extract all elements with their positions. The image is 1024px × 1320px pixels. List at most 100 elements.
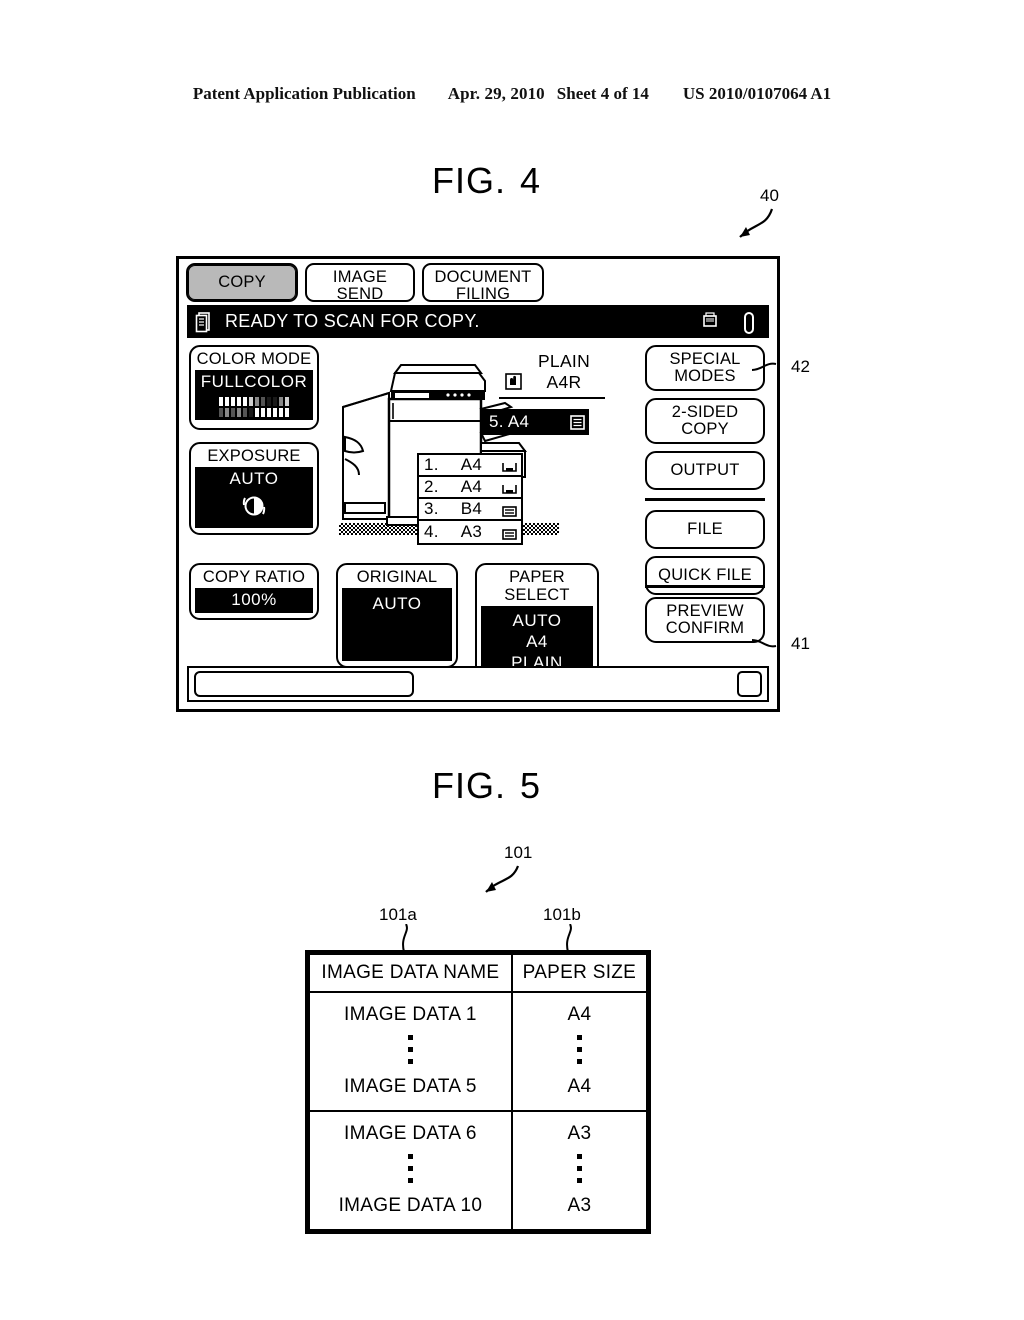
- tray-number: 2.: [424, 477, 439, 496]
- two-sided-copy-label-line2: COPY: [681, 420, 729, 438]
- tray-row[interactable]: 2. A4: [419, 477, 521, 499]
- paper-tray-icon: [501, 459, 518, 472]
- color-mode-label: COLOR MODE: [196, 350, 312, 368]
- copy-ratio-button[interactable]: COPY RATIO 100%: [189, 563, 319, 620]
- callout-41: 41: [791, 634, 810, 653]
- figure-4-title: FIG. 4: [432, 160, 541, 202]
- printer-data-icon: [701, 311, 719, 333]
- figure-5-label: FIG.: [432, 765, 506, 806]
- exposure-button[interactable]: EXPOSURE AUTO: [189, 442, 319, 535]
- tab-bar: COPY IMAGE SEND DOCUMENT FILING: [179, 259, 777, 303]
- tray-row[interactable]: 3. B4: [419, 499, 521, 521]
- column-header-paper-size: PAPER SIZE: [510, 953, 649, 993]
- vertical-ellipsis: [576, 1154, 582, 1183]
- table-row: IMAGE DATA 1 IMAGE DATA 5 A4 A4: [308, 991, 649, 1112]
- column-header-image-data-name: IMAGE DATA NAME: [308, 953, 513, 993]
- paper-size-last: A3: [567, 1195, 592, 1216]
- tab-image-send-label-line1: IMAGE: [332, 268, 388, 286]
- copier-illustration-area: 1. A4 2. A4 3. B4 4. A3 PLAIN A4R 5. A4: [329, 347, 659, 557]
- publication-label: Patent Application Publication: [192, 84, 416, 103]
- paper-size-last: A4: [567, 1076, 592, 1097]
- tray-5-selected[interactable]: 5. A4: [481, 409, 589, 435]
- file-label: FILE: [687, 520, 723, 538]
- left-settings-column: COLOR MODE FULLCOLOR EXPOSURE AUTO: [189, 345, 319, 547]
- status-bar: READY TO SCAN FOR COPY.: [187, 305, 769, 338]
- paper-select-label: PAPER SELECT: [504, 568, 570, 604]
- tab-image-send[interactable]: IMAGE SEND: [305, 263, 415, 303]
- tray-5-label: 5. A4: [489, 412, 530, 431]
- preview-confirm-label-line1: PREVIEW: [666, 602, 744, 620]
- figure-5-title: FIG. 5: [432, 765, 541, 807]
- tab-document-filing-label-line1: DOCUMENT: [434, 268, 532, 286]
- right-column-divider-2: [645, 585, 765, 588]
- tray-row[interactable]: 1. A4: [419, 455, 521, 477]
- tray-size: A3: [460, 522, 483, 541]
- tab-document-filing[interactable]: DOCUMENT FILING: [422, 263, 544, 303]
- table-header-row: IMAGE DATA NAME PAPER SIZE: [308, 953, 649, 993]
- preview-confirm-group: PREVIEW CONFIRM: [645, 577, 765, 643]
- bypass-underline: [499, 397, 605, 399]
- tab-document-filing-label-line2: FILING: [455, 285, 511, 303]
- tray-size: A4: [460, 455, 483, 474]
- original-button[interactable]: ORIGINAL AUTO: [336, 563, 458, 668]
- job-status-field[interactable]: [194, 671, 414, 697]
- tray-row[interactable]: 4. A3: [419, 521, 521, 543]
- special-modes-label-line1: SPECIAL: [669, 350, 741, 368]
- patent-header: Patent Application Publication Apr. 29, …: [0, 84, 1024, 104]
- tray-number: 4.: [424, 522, 439, 541]
- figure-4-label: FIG.: [432, 160, 506, 201]
- callout-101b: 101b: [543, 905, 581, 924]
- document-stack-icon: [195, 311, 213, 333]
- paper-stack-icon: [501, 503, 518, 517]
- bypass-paper-size: A4R: [546, 372, 582, 392]
- callout-40-leader: [739, 208, 774, 238]
- copy-ratio-value: 100%: [195, 588, 313, 613]
- callout-40: 40: [760, 186, 779, 205]
- exposure-contrast-icon: [195, 491, 313, 521]
- patent-number: US 2010/0107064 A1: [682, 84, 832, 103]
- publication-date: Apr. 29, 2010: [447, 84, 545, 103]
- bottom-corner-button[interactable]: [737, 671, 762, 697]
- output-button[interactable]: OUTPUT: [645, 451, 765, 490]
- vertical-ellipsis: [407, 1035, 413, 1064]
- special-modes-label-line2: MODES: [674, 367, 736, 385]
- exposure-label: EXPOSURE: [207, 447, 301, 465]
- panel-bottom-bar: [187, 666, 769, 702]
- image-data-first-name: IMAGE DATA 1: [344, 1004, 477, 1025]
- status-message: READY TO SCAN FOR COPY.: [225, 311, 480, 331]
- callout-42: 42: [791, 357, 810, 376]
- figure-5-number: 5: [520, 765, 542, 806]
- image-data-table: IMAGE DATA NAME PAPER SIZE IMAGE DATA 1 …: [305, 950, 651, 1234]
- exposure-value: AUTO: [229, 469, 279, 488]
- special-modes-button[interactable]: SPECIAL MODES: [645, 345, 765, 391]
- tray-size: B4: [460, 499, 483, 518]
- image-data-last-name: IMAGE DATA 10: [338, 1195, 483, 1216]
- tab-copy-label: COPY: [218, 273, 266, 291]
- paper-select-value-line1: AUTO: [512, 611, 562, 630]
- table-cell-names-group-1: IMAGE DATA 1 IMAGE DATA 5: [308, 991, 513, 1112]
- callout-101-leader: [485, 865, 520, 893]
- callout-101a: 101a: [379, 905, 417, 924]
- toner-cartridge-icon: [741, 311, 759, 334]
- tray-list: 1. A4 2. A4 3. B4 4. A3: [417, 453, 523, 545]
- original-label: ORIGINAL: [356, 568, 438, 586]
- preview-confirm-label-line2: CONFIRM: [665, 619, 745, 637]
- figure-4-number: 4: [520, 160, 542, 201]
- paper-size-first: A3: [567, 1123, 592, 1144]
- bypass-tray-icon: [570, 414, 585, 430]
- paper-size-first: A4: [567, 1004, 592, 1025]
- color-mode-button[interactable]: COLOR MODE FULLCOLOR: [189, 345, 319, 430]
- sheet-number: Sheet 4 of 14: [556, 84, 649, 103]
- bypass-tray-label: PLAIN A4R: [525, 351, 603, 393]
- file-button[interactable]: FILE: [645, 510, 765, 549]
- bypass-paper-type: PLAIN: [537, 351, 591, 371]
- color-mode-value: FULLCOLOR: [200, 372, 308, 391]
- two-sided-copy-button[interactable]: 2-SIDED COPY: [645, 398, 765, 444]
- table-cell-names-group-2: IMAGE DATA 6 IMAGE DATA 10: [308, 1110, 513, 1231]
- vertical-ellipsis: [407, 1154, 413, 1183]
- image-data-first-name: IMAGE DATA 6: [344, 1123, 477, 1144]
- right-button-column: SPECIAL MODES 2-SIDED COPY OUTPUT FILE Q…: [645, 345, 765, 602]
- original-value: AUTO: [372, 594, 422, 613]
- preview-confirm-button[interactable]: PREVIEW CONFIRM: [645, 597, 765, 643]
- tab-copy[interactable]: COPY: [186, 263, 298, 302]
